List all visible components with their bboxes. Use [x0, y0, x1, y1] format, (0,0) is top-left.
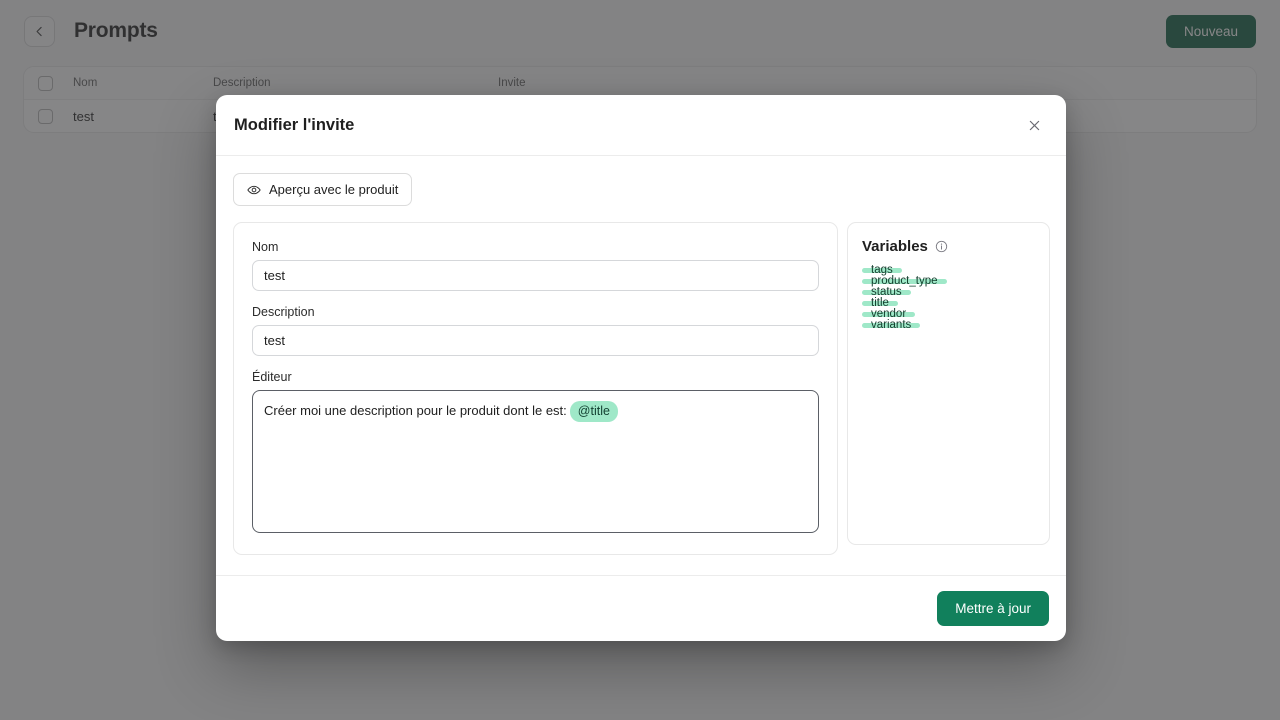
close-icon [1029, 120, 1039, 130]
update-button[interactable]: Mettre à jour [937, 591, 1049, 626]
variable-chip-label: variants [862, 319, 921, 331]
variable-chip-label: status [862, 286, 911, 298]
variable-chip-label: product_type [862, 275, 947, 287]
modal-body: Aperçu avec le produit Nom Description É… [216, 156, 1066, 575]
prompt-form-panel: Nom Description Éditeur Créer moi une de… [233, 222, 838, 555]
prompt-editor[interactable]: Créer moi une description pour le produi… [252, 390, 819, 533]
description-label: Description [252, 305, 315, 319]
variables-panel: Variables tags product_type status title… [847, 222, 1050, 545]
close-button[interactable] [1025, 116, 1043, 134]
eye-icon [247, 183, 261, 197]
variables-title-row: Variables [862, 238, 1035, 255]
editor-text: Créer moi une description pour le produi… [264, 403, 567, 418]
variable-chip-label: tags [862, 264, 902, 276]
editor-variable-chip-title[interactable]: @title [569, 401, 618, 423]
modal-footer: Mettre à jour [216, 575, 1066, 641]
editor-label: Éditeur [252, 370, 292, 384]
modal-columns: Nom Description Éditeur Créer moi une de… [233, 222, 1050, 555]
name-label: Nom [252, 240, 279, 254]
variable-chip-variants[interactable]: variants [862, 319, 1035, 334]
modal-title: Modifier l'invite [234, 115, 355, 134]
preview-with-product-button[interactable]: Aperçu avec le produit [233, 173, 413, 206]
edit-prompt-modal: Modifier l'invite Aperçu avec le produit… [216, 95, 1066, 641]
info-circle-icon[interactable] [935, 240, 948, 253]
description-input[interactable] [252, 325, 819, 356]
modal-header: Modifier l'invite [216, 95, 1066, 156]
name-input[interactable] [252, 260, 819, 291]
variables-title: Variables [862, 238, 928, 255]
preview-with-product-label: Aperçu avec le produit [269, 182, 399, 197]
variable-chip-label: vendor [862, 308, 916, 320]
variable-chip-label: title [862, 297, 898, 309]
